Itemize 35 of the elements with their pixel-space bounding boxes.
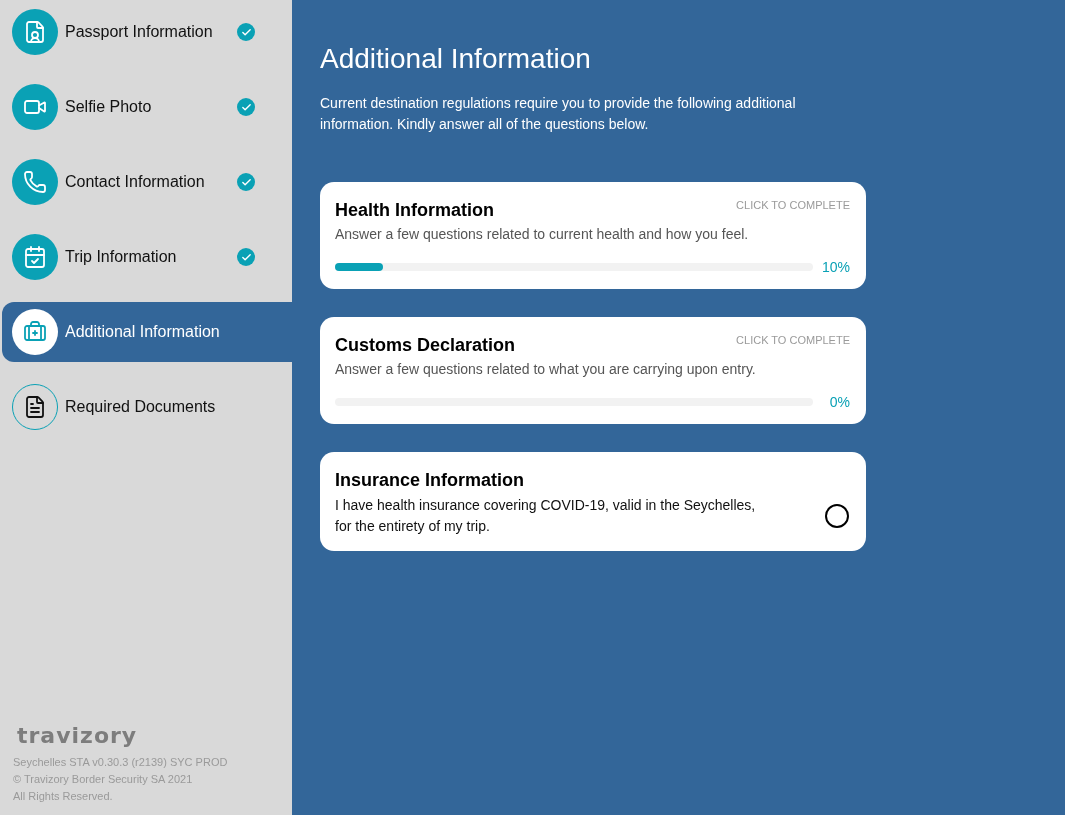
check-icon [237, 98, 255, 116]
card-description: Answer a few questions related to current health and how you feel. [335, 226, 750, 242]
footer-text: © Travizory Border Security SA 2021 [13, 772, 194, 787]
step-label: Selfie Photo [65, 98, 153, 116]
card-title: Health Information [335, 200, 494, 221]
sidebar-item[interactable]: Trip Information [2, 227, 292, 287]
step-label: Contact Information [65, 173, 206, 191]
footer-text: Seychelles STA v0.30.3 (r2139) SYC PROD [13, 755, 229, 770]
intro-text: Current destination regulations require you to provide the following additional information. Kindly answer all of the questions below. [320, 94, 797, 134]
step-label: Passport Information [65, 23, 214, 41]
sidebar-item[interactable]: Selfie Photo [2, 77, 292, 137]
progress-reading: 0% [828, 394, 850, 410]
step-label: Additional Information [65, 323, 221, 341]
sidebar-item[interactable]: Passport Information [2, 2, 292, 62]
sidebar-item[interactable]: Required Documents [2, 377, 292, 437]
check-icon [237, 173, 255, 191]
card-action: CLICK TO COMPLETE [736, 199, 850, 211]
radio-button[interactable] [825, 504, 849, 528]
card-description: I have health insurance covering COVID-19, valid in the Seychelles, for the entirety of my trip. [335, 496, 757, 536]
section-card[interactable]: Health Information CLICK TO COMPLETE Answer a few questions related to current health and how you feel. 10% [320, 182, 866, 289]
card-action: CLICK TO COMPLETE [736, 334, 850, 346]
section-card[interactable]: Customs Declaration CLICK TO COMPLETE Answer a few questions related to what you are carrying upon entry. 0% [320, 317, 866, 424]
footer-text: All Rights Reserved. [13, 789, 114, 804]
sidebar-item[interactable]: Additional Information [2, 302, 292, 362]
sidebar-item[interactable]: Contact Information [2, 152, 292, 212]
step-label: Trip Information [65, 248, 178, 266]
card-title: Insurance Information [335, 470, 526, 491]
step-label: Required Documents [65, 398, 217, 416]
card-description: Answer a few questions related to what you are carrying upon entry. [335, 361, 757, 377]
check-icon [237, 23, 255, 41]
page-title: Additional Information [320, 43, 592, 75]
progress-reading: 10% [820, 259, 850, 275]
card-title: Customs Declaration [335, 335, 516, 356]
logo: travizory [17, 723, 138, 748]
check-icon [237, 248, 255, 266]
